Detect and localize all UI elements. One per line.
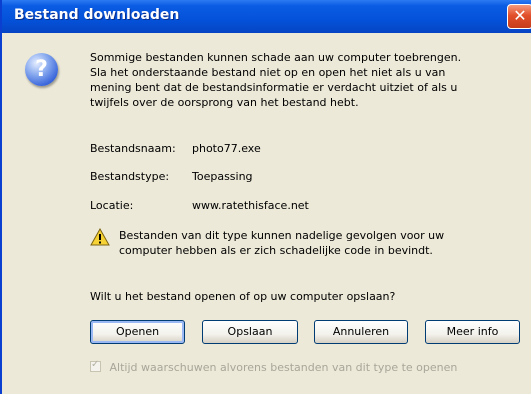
close-icon: ✕ xyxy=(513,6,527,25)
save-button[interactable]: Opslaan xyxy=(202,320,298,344)
warning-message: Bestanden van dit type kunnen nadelige g… xyxy=(119,228,519,258)
security-message: Sommige bestanden kunnen schade aan uw c… xyxy=(90,50,520,110)
always-warn-label: Altijd waarschuwen alvorens bestanden va… xyxy=(109,361,458,374)
warning-line: Bestanden van dit type kunnen nadelige g… xyxy=(119,229,445,242)
always-warn-option: Altijd waarschuwen alvorens bestanden va… xyxy=(90,359,458,374)
open-button[interactable]: Openen xyxy=(90,320,185,344)
file-name-label: Bestandsnaam: xyxy=(90,142,176,155)
download-dialog: Bestand downloaden ✕ ? Sommige bestanden… xyxy=(0,0,531,394)
title-bar[interactable]: Bestand downloaden ✕ xyxy=(2,0,531,33)
message-line: Sommige bestanden kunnen schade aan uw c… xyxy=(90,51,462,64)
more-info-button[interactable]: Meer info xyxy=(425,320,520,344)
warning-line: computer hebben als er zich schadelijke … xyxy=(119,244,433,257)
file-type-value: Toepassing xyxy=(192,170,253,183)
question-icon: ? xyxy=(25,53,58,86)
file-name-value: photo77.exe xyxy=(192,142,261,155)
location-label: Locatie: xyxy=(90,199,134,212)
always-warn-checkbox[interactable] xyxy=(90,359,101,372)
cancel-button[interactable]: Annuleren xyxy=(314,320,408,344)
open-or-save-question: Wilt u het bestand openen of op uw compu… xyxy=(90,290,396,303)
message-line: mening bent dat de bestandsinformatie er… xyxy=(90,81,458,94)
message-line: twijfels over de oorsprong van het besta… xyxy=(90,96,359,109)
location-value: www.ratethisface.net xyxy=(192,199,309,212)
dialog-title: Bestand downloaden xyxy=(14,7,180,23)
file-type-label: Bestandstype: xyxy=(90,170,170,183)
close-button[interactable]: ✕ xyxy=(507,4,531,29)
warning-icon xyxy=(90,228,110,246)
message-line: Sla het onderstaande bestand niet op en … xyxy=(90,66,446,79)
